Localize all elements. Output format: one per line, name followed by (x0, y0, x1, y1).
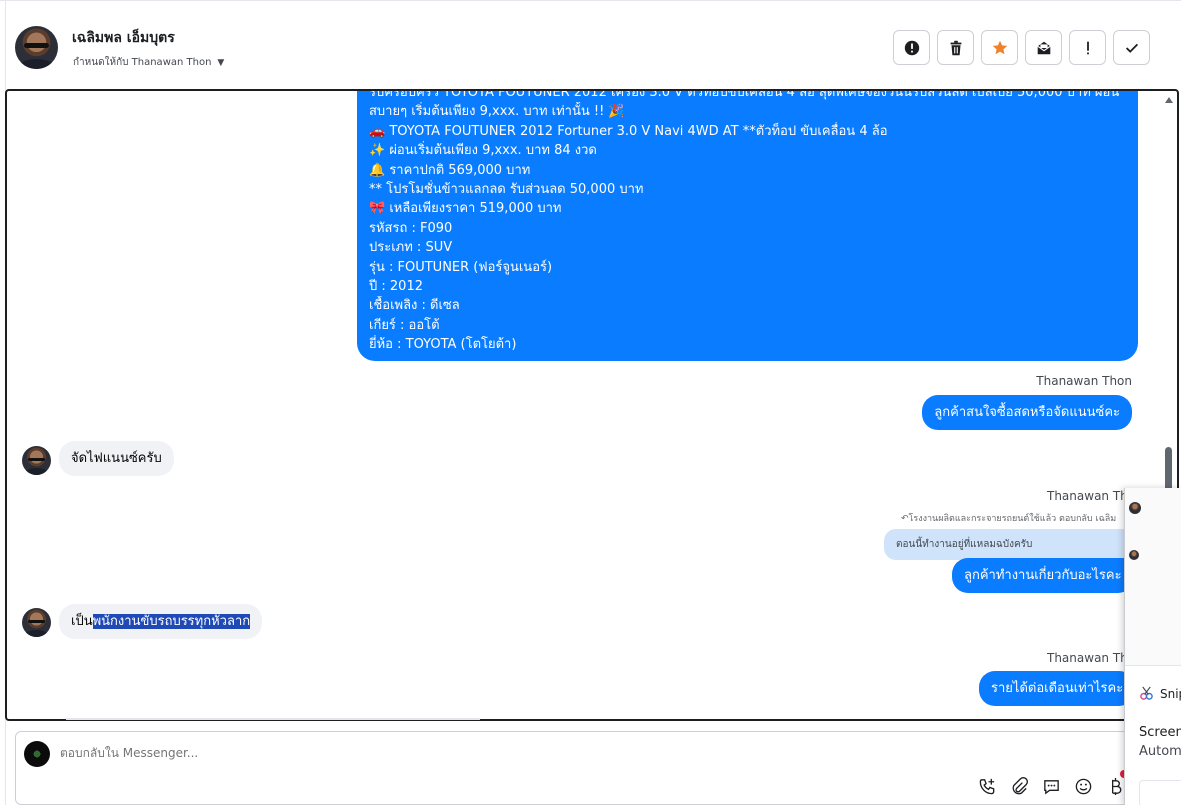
screenshot-preview[interactable] (1125, 488, 1181, 666)
avatar-shirt (19, 58, 54, 69)
payment-button[interactable] (1105, 776, 1125, 796)
snip-action-box[interactable] (1139, 780, 1181, 805)
sender-name: Thanawan Thon (1036, 374, 1132, 388)
composer-tools (977, 776, 1125, 796)
star-icon (992, 40, 1007, 54)
preview-avatar (1129, 502, 1141, 514)
outgoing-message[interactable]: ลูกค้าสนใจซื้อสดหรือจัดแนนซ์คะ (922, 395, 1132, 430)
emoji-button[interactable] (1073, 776, 1093, 796)
phone-plus-icon (979, 778, 994, 794)
divider (66, 718, 480, 720)
paperclip-icon (1012, 776, 1028, 794)
saved-replies-button[interactable] (1041, 776, 1061, 796)
page-avatar (24, 741, 50, 767)
contact-name[interactable]: เฉลิมพล เอ็มบุตร (72, 27, 175, 49)
listing-line: ** โปรโมชั่นข้าวแลกลด รับส่วนลด 50,000 บ… (369, 182, 644, 198)
assigned-to-label: กำหนดให้กับ Thanawan Thon (73, 57, 212, 68)
scroll-up-arrow-icon[interactable] (1165, 97, 1173, 103)
snipping-tool-icon (1140, 686, 1153, 700)
listing-line: ปี : 2012 (369, 279, 423, 295)
avatar-sunglasses (24, 43, 49, 49)
incoming-message[interactable]: จัดไฟแนนซ์ครับ (59, 441, 174, 476)
listing-line: สบายๆ เริ่มต้นเพียง 9,xxx. บาท เท่านั้น … (369, 104, 625, 120)
alert-circle-icon (904, 40, 919, 55)
reply-composer (15, 731, 1181, 805)
listing-line: รุ่น : FOUTUNER (ฟอร์จูนเนอร์) (369, 259, 553, 275)
listing-line: 🚗 TOYOTA FOUTUNER 2012 Fortuner 3.0 V Na… (369, 123, 888, 139)
outgoing-message-listing[interactable]: รับครอบครัว TOYOTA FOUTUNER 2012 เครื่อง… (357, 89, 1138, 361)
messenger-inbox-page: เฉลิมพล เอ็มบุตร กำหนดให้กับ Thanawan Th… (0, 0, 1181, 805)
message-text: เป็น (71, 614, 93, 629)
follow-up-button[interactable] (1069, 30, 1106, 65)
listing-line: ยี่ห้อ : TOYOTA (โตโยต้า) (369, 337, 517, 353)
mark-unread-button[interactable] (1025, 30, 1062, 65)
snip-subtitle: Autom (1139, 744, 1181, 759)
star-button[interactable] (981, 30, 1018, 65)
mark-spam-button[interactable] (893, 30, 930, 65)
listing-line: ประเภท : SUV (369, 240, 453, 256)
avatar-shirt (24, 630, 49, 637)
reply-reference: ↶โรงงานผลิตและกระจายรถยนต์ใช้แล้ว ตอบกลั… (901, 514, 1117, 524)
snip-app-label: Snip (1160, 686, 1181, 701)
avatar-sunglasses (28, 619, 45, 624)
listing-line: 🔔 ราคาปกติ 569,000 บาท (369, 162, 531, 178)
preview-avatar (1129, 550, 1139, 560)
snip-app-row: Snip (1139, 686, 1181, 701)
listing-line: เชื้อเพลิง : ดีเซล (369, 298, 460, 314)
attach-button[interactable] (1009, 776, 1029, 796)
contact-avatar-small[interactable] (22, 446, 51, 475)
baht-icon (1111, 777, 1121, 795)
envelope-icon (1036, 41, 1051, 54)
avatar-sunglasses (28, 457, 45, 462)
caret-down-icon: ▼ (217, 57, 225, 68)
call-button[interactable] (977, 776, 997, 796)
snip-title: Screen (1139, 725, 1181, 740)
snipping-tool-notification[interactable]: Snip Screen Autom (1124, 488, 1181, 805)
message-thread[interactable]: รับครอบครัว TOYOTA FOUTUNER 2012 เครื่อง… (5, 89, 1179, 721)
outgoing-message[interactable]: ลูกค้าทำงานเกี่ยวกับอะไรคะ (952, 558, 1134, 593)
smiley-icon (1075, 778, 1091, 794)
listing-line: ✨ ผ่อนเริ่มต้นเพียง 9,xxx. บาท 84 งวด (369, 143, 597, 159)
avatar-shirt (24, 468, 49, 475)
mark-done-button[interactable] (1113, 30, 1150, 65)
contact-avatar[interactable] (15, 26, 58, 69)
listing-line: รหัสรถ : F090 (369, 220, 453, 236)
outgoing-message[interactable]: รายได้ต่อเดือนเท่าไรคะ (979, 671, 1136, 706)
incoming-message[interactable]: เป็นพนักงานขับรถบรรทุกหัวลาก (59, 604, 263, 639)
listing-line: รับครอบครัว TOYOTA FOUTUNER 2012 เครื่อง… (369, 89, 1120, 100)
chat-bubble-icon (1043, 779, 1059, 794)
reply-input[interactable] (60, 746, 660, 760)
check-icon (1125, 43, 1138, 53)
listing-line: 🎀 เหลือเพียงราคา 519,000 บาท (369, 201, 562, 217)
trash-icon (950, 40, 961, 55)
conversation-header: เฉลิมพล เอ็มบุตร กำหนดให้กับ Thanawan Th… (0, 0, 1181, 88)
quoted-message[interactable]: ตอนนี้ทำงานอยู่ที่แหลมฉบังครับ (884, 529, 1144, 560)
conversation-actions (893, 30, 1150, 65)
assign-dropdown[interactable]: กำหนดให้กับ Thanawan Thon ▼ (73, 55, 224, 70)
delete-button[interactable] (937, 30, 974, 65)
selected-text: พนักงานขับรถบรรทุกหัวลาก (92, 614, 251, 629)
exclamation-icon (1086, 41, 1089, 54)
contact-avatar-small[interactable] (22, 608, 51, 637)
listing-line: เกียร์ : ออโต้ (369, 317, 440, 333)
